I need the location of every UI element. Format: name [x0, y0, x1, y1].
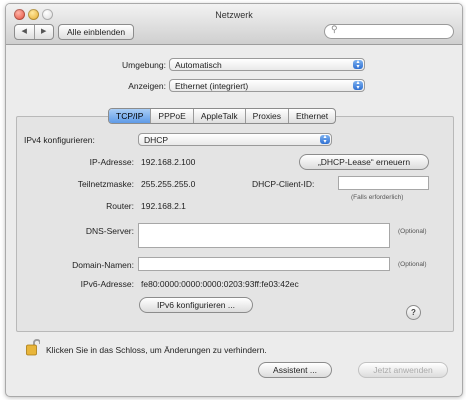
- search-field[interactable]: ⚲: [324, 24, 454, 39]
- dhcp-client-id-label: DHCP-Client-ID:: [252, 179, 315, 189]
- window-title: Netzwerk: [215, 10, 253, 20]
- subnet-mask-value: 255.255.255.0: [141, 179, 196, 189]
- ipv4-configure-value: DHCP: [144, 135, 169, 145]
- subnet-mask-label: Teilnetzmaske:: [77, 179, 134, 189]
- assistant-button[interactable]: Assistent ...: [258, 362, 332, 378]
- location-label: Umgebung:: [122, 60, 166, 70]
- search-icon: ⚲: [331, 24, 338, 34]
- renew-dhcp-lease-button[interactable]: „DHCP-Lease“ erneuern: [299, 154, 429, 170]
- popup-arrows-icon: ▴ ▾: [320, 134, 330, 145]
- show-all-button[interactable]: Alle einblenden: [58, 24, 135, 40]
- dhcp-client-id-field[interactable]: [338, 176, 429, 190]
- dns-optional-note: (Optional): [398, 228, 427, 235]
- dns-server-field[interactable]: [138, 223, 390, 248]
- ipv4-configure-popup[interactable]: DHCP ▴ ▾: [138, 133, 332, 146]
- show-popup[interactable]: Ethernet (integriert) ▴ ▾: [169, 79, 365, 92]
- tab-tcpip[interactable]: TCP/IP: [109, 109, 151, 123]
- show-label: Anzeigen:: [128, 81, 166, 91]
- title-bar: Netzwerk ◀ ▶ Alle einblenden ⚲: [6, 4, 462, 45]
- ipv6-address-label: IPv6-Adresse:: [80, 279, 134, 289]
- unlocked-padlock-icon[interactable]: [26, 338, 40, 356]
- show-value: Ethernet (integriert): [175, 81, 249, 91]
- domain-names-label: Domain-Namen:: [72, 260, 134, 270]
- ipv4-configure-label: IPv4 konfigurieren:: [24, 135, 95, 145]
- tab-ethernet[interactable]: Ethernet: [288, 109, 335, 123]
- domain-names-field[interactable]: [138, 257, 390, 271]
- dns-server-label: DNS-Server:: [85, 226, 134, 236]
- ip-address-label: IP-Adresse:: [89, 157, 134, 167]
- forward-arrow-icon[interactable]: ▶: [33, 25, 54, 39]
- client-id-note: (Falls erforderlich): [351, 194, 404, 201]
- location-popup[interactable]: Automatisch ▴ ▾: [169, 58, 365, 71]
- ip-address-value: 192.168.2.100: [141, 157, 196, 167]
- location-value: Automatisch: [175, 60, 222, 70]
- tab-bar: TCP/IP PPPoE AppleTalk Proxies Ethernet: [108, 108, 337, 124]
- tab-proxies[interactable]: Proxies: [244, 109, 288, 123]
- configure-ipv6-button[interactable]: IPv6 konfigurieren ...: [139, 297, 253, 313]
- tab-appletalk[interactable]: AppleTalk: [192, 109, 245, 123]
- router-value: 192.168.2.1: [141, 201, 186, 211]
- popup-arrows-icon: ▴ ▾: [353, 59, 363, 70]
- network-preferences-window: Netzwerk ◀ ▶ Alle einblenden ⚲ Umgebung:…: [5, 3, 463, 397]
- tab-pppoe[interactable]: PPPoE: [150, 109, 192, 123]
- ipv6-address-value: fe80:0000:0000:0000:0203:93ff:fe03:42ec: [141, 279, 299, 289]
- back-arrow-icon[interactable]: ◀: [15, 25, 34, 39]
- domain-optional-note: (Optional): [398, 261, 427, 268]
- help-button[interactable]: ?: [406, 305, 421, 320]
- router-label: Router:: [106, 201, 134, 211]
- apply-now-button[interactable]: Jetzt anwenden: [358, 362, 448, 378]
- popup-arrows-icon: ▴ ▾: [353, 80, 363, 91]
- back-forward-buttons: ◀ ▶: [14, 24, 54, 40]
- lock-hint-text: Klicken Sie in das Schloss, um Änderunge…: [46, 345, 267, 355]
